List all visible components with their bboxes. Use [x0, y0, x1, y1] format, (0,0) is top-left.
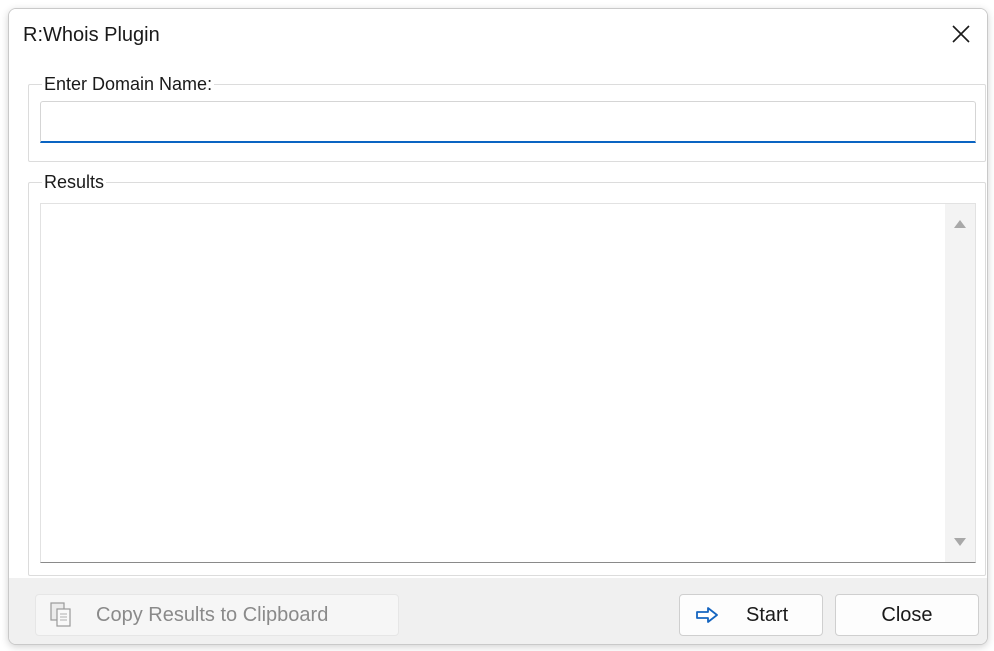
domain-group-label: Enter Domain Name: — [42, 74, 215, 94]
start-button[interactable]: Start — [679, 594, 823, 636]
clipboard-copy-icon — [50, 602, 72, 628]
close-label: Close — [881, 603, 933, 626]
scroll-up-arrow-icon[interactable] — [954, 220, 966, 228]
domain-groupbox: Enter Domain Name: — [28, 74, 986, 162]
whois-dialog: R:Whois Plugin Enter Domain Name: Result… — [8, 8, 988, 645]
dialog-footer: Copy Results to Clipboard Start Close — [9, 578, 987, 644]
arrow-right-icon — [696, 607, 718, 623]
window-close-button[interactable] — [945, 19, 977, 49]
title-bar: R:Whois Plugin — [9, 9, 987, 59]
domain-name-input[interactable] — [40, 101, 976, 143]
close-icon — [952, 25, 970, 43]
results-groupbox: Results — [28, 172, 986, 576]
results-group-label: Results — [42, 172, 107, 192]
copy-results-label: Copy Results to Clipboard — [96, 603, 329, 626]
start-label: Start — [746, 603, 789, 626]
scroll-down-arrow-icon[interactable] — [954, 538, 966, 546]
results-scrollbar[interactable] — [945, 204, 975, 562]
window-title: R:Whois Plugin — [23, 24, 160, 46]
results-textarea[interactable] — [40, 203, 976, 563]
close-button[interactable]: Close — [835, 594, 979, 636]
copy-results-button[interactable]: Copy Results to Clipboard — [35, 594, 399, 636]
